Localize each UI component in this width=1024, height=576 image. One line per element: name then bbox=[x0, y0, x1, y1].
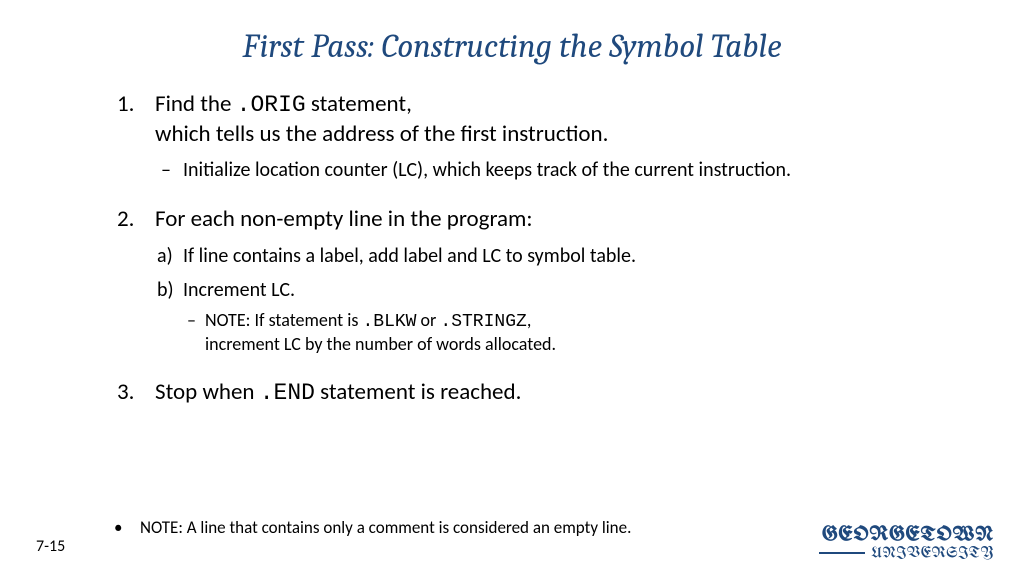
sub-alpha-list: If line contains a label, add label and … bbox=[155, 243, 914, 356]
text: Increment LC. bbox=[183, 278, 295, 302]
text: or bbox=[416, 309, 440, 331]
list-item-3: Stop when .END statement is reached. bbox=[155, 378, 914, 408]
sub-list: Initialize location counter (LC), which … bbox=[155, 158, 914, 184]
logo-bar bbox=[819, 552, 865, 554]
code-orig: .ORIG bbox=[237, 92, 306, 118]
code-end: .END bbox=[260, 380, 315, 406]
page-number: 7-15 bbox=[36, 537, 65, 556]
list-item-1: Find the .ORIG statement, which tells us… bbox=[155, 90, 914, 183]
sub-item-b: Increment LC. NOTE: If statement is .BLK… bbox=[183, 277, 914, 356]
text: increment LC by the number of words allo… bbox=[205, 333, 556, 355]
text: Stop when bbox=[155, 378, 260, 406]
logo-line2: UNIVERSITY bbox=[819, 546, 994, 560]
text: , bbox=[527, 309, 532, 331]
text: Find the bbox=[155, 90, 237, 118]
note-item: NOTE: If statement is .BLKW or .STRINGZ,… bbox=[205, 309, 914, 356]
footer-note: NOTE: A line that contains only a commen… bbox=[140, 517, 631, 538]
slide: First Pass: Constructing the Symbol Tabl… bbox=[0, 0, 1024, 576]
slide-title: First Pass: Constructing the Symbol Tabl… bbox=[60, 28, 964, 66]
code-stringz: .STRINGZ bbox=[440, 312, 526, 332]
logo-line1: GEORGETOWN bbox=[819, 526, 994, 545]
text: statement, bbox=[306, 90, 412, 118]
main-list: Find the .ORIG statement, which tells us… bbox=[155, 90, 914, 408]
sub-item-a: If line contains a label, add label and … bbox=[183, 243, 914, 269]
text: which tells us the address of the first … bbox=[155, 120, 608, 148]
sub-sub-list: NOTE: If statement is .BLKW or .STRINGZ,… bbox=[183, 309, 914, 356]
text: statement is reached. bbox=[315, 378, 521, 406]
text: NOTE: If statement is bbox=[205, 309, 362, 331]
text: For each non-empty line in the program: bbox=[155, 205, 533, 233]
logo-text2: UNIVERSITY bbox=[871, 546, 994, 560]
slide-content: Find the .ORIG statement, which tells us… bbox=[60, 90, 964, 408]
code-blkw: .BLKW bbox=[362, 312, 416, 332]
sub-item: Initialize location counter (LC), which … bbox=[183, 158, 914, 184]
list-item-2: For each non-empty line in the program: … bbox=[155, 205, 914, 355]
georgetown-logo: GEORGETOWN UNIVERSITY bbox=[819, 526, 994, 560]
